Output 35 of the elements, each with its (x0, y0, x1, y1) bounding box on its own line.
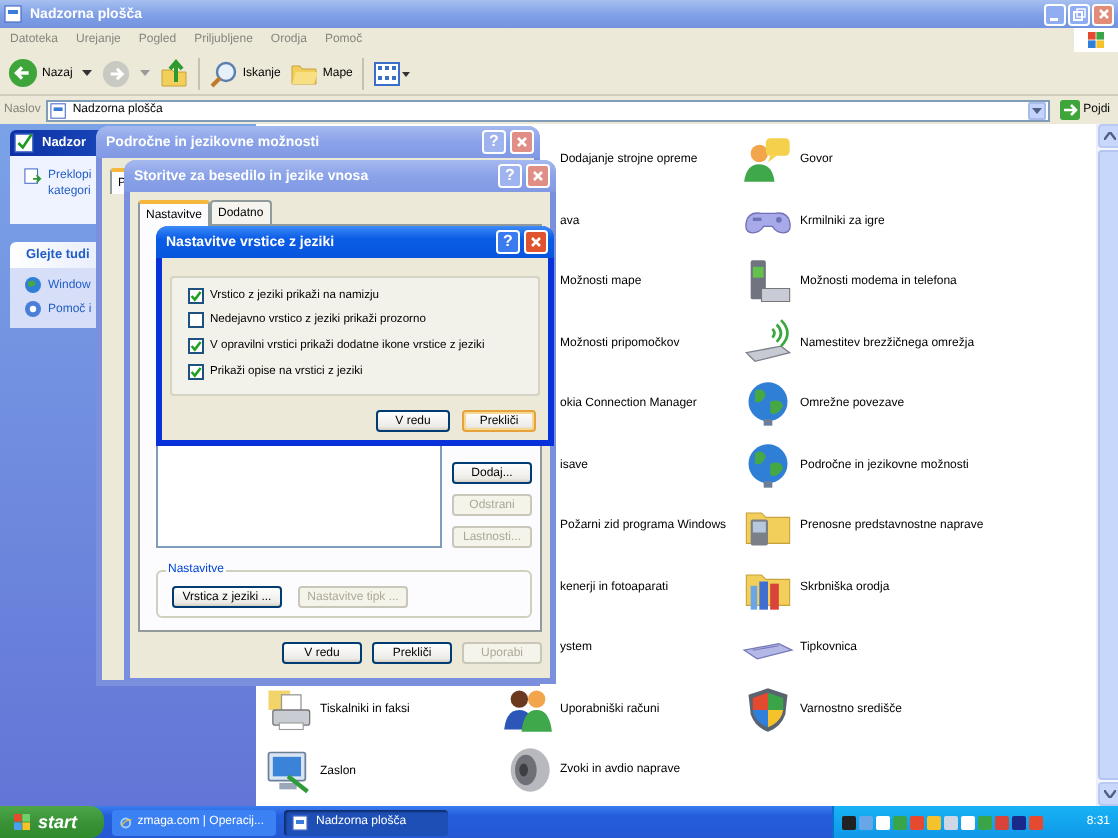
browser-icon (120, 813, 132, 831)
close-button[interactable] (1092, 3, 1114, 25)
scrollbar[interactable] (1096, 124, 1118, 806)
start-button[interactable]: start (0, 806, 104, 838)
checkbox[interactable] (188, 363, 204, 380)
person-speech-icon[interactable] (742, 134, 794, 187)
control-panel-icon (50, 101, 69, 119)
dropdown-arrow-icon (1031, 107, 1042, 113)
checkbox[interactable] (188, 287, 204, 304)
restore-button[interactable] (1068, 3, 1090, 25)
close-icon (530, 168, 546, 184)
search-icon (210, 59, 239, 87)
close-icon (514, 134, 530, 150)
windows-logo-icon (12, 812, 32, 832)
tray-icons-drawing[interactable] (842, 813, 1046, 831)
switch-view-icon (24, 168, 42, 186)
control-panel-icon (292, 813, 310, 831)
caret-icon[interactable] (82, 69, 93, 77)
control-panel-icon (14, 132, 36, 154)
views-button[interactable] (374, 61, 411, 85)
up-folder-icon[interactable] (160, 58, 189, 88)
minimize-button[interactable] (1044, 3, 1066, 25)
grid-view-icon (374, 61, 411, 85)
checkbox[interactable] (188, 337, 204, 354)
checkbox[interactable] (188, 312, 204, 329)
control-panel-icon (4, 4, 24, 24)
windows-logo-icon (1086, 30, 1106, 50)
folder-icon (290, 60, 319, 86)
close-button[interactable] (524, 230, 548, 254)
globe-icon[interactable] (24, 276, 42, 294)
go-arrow-icon (1059, 100, 1080, 120)
close-icon (1095, 6, 1111, 22)
help-button[interactable]: ? (496, 230, 520, 254)
restore-icon (1072, 7, 1086, 21)
close-icon (528, 234, 544, 250)
